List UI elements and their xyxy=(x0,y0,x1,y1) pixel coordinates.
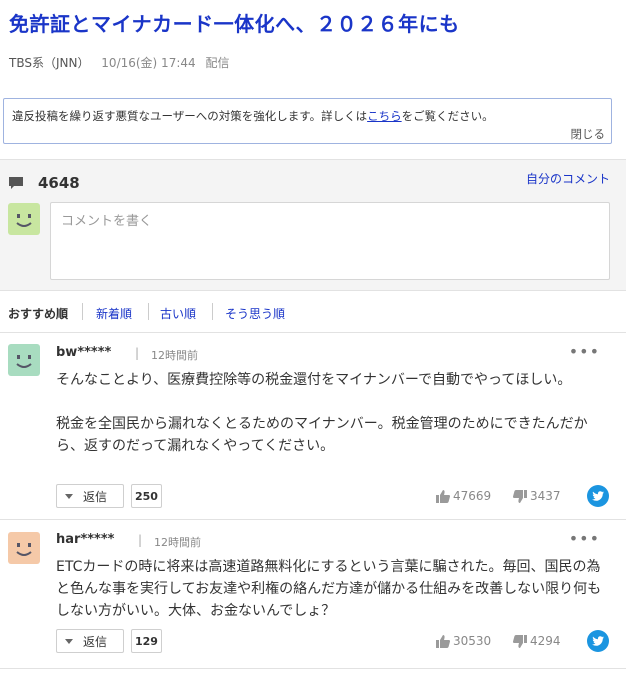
comment-item: har***** | 12時間前 ••• ETCカードの時に将来は高速道路無料化… xyxy=(0,520,626,669)
reply-count: 250 xyxy=(131,484,162,508)
chevron-down-icon xyxy=(65,638,73,644)
article-delivery: 配信 xyxy=(205,56,230,70)
comment-time: 12時間前 xyxy=(154,536,201,549)
article-meta: TBS系（JNN） 10/16(金) 17:44 配信 xyxy=(9,54,229,71)
my-avatar-icon xyxy=(8,203,40,235)
more-options-icon[interactable]: ••• xyxy=(569,529,600,548)
twitter-bird-icon xyxy=(592,636,604,646)
reply-button[interactable]: 返信 xyxy=(56,629,124,653)
article-source[interactable]: TBS系（JNN） xyxy=(9,56,89,70)
user-avatar-icon[interactable] xyxy=(8,344,40,376)
reply-count: 129 xyxy=(131,629,162,653)
meta-separator: | xyxy=(135,346,140,360)
tab-recommended[interactable]: おすすめ順 xyxy=(8,305,68,322)
thumbs-down-icon xyxy=(513,634,527,648)
tab-agree[interactable]: そう思う順 xyxy=(225,305,285,322)
policy-notice: 違反投稿を繰り返す悪質なユーザーへの対策を強化します。詳しくはこちらをご覧くださ… xyxy=(3,98,612,144)
comment-bubble-icon xyxy=(9,177,23,189)
comment-username[interactable]: har***** xyxy=(56,532,114,547)
disagree-button[interactable]: 3437 xyxy=(513,489,561,503)
comment-username[interactable]: bw***** xyxy=(56,345,111,360)
chevron-down-icon xyxy=(65,493,73,499)
tab-separator xyxy=(82,303,83,320)
notice-text: 違反投稿を繰り返す悪質なユーザーへの対策を強化します。詳しくはこちらをご覧くださ… xyxy=(12,109,494,123)
meta-separator: | xyxy=(138,533,143,547)
tab-separator xyxy=(212,303,213,320)
disagree-button[interactable]: 4294 xyxy=(513,634,561,648)
sort-tabs: おすすめ順 新着順 古い順 そう思う順 xyxy=(0,290,626,333)
notice-link[interactable]: こちら xyxy=(367,109,402,123)
comment-body: ETCカードの時に将来は高速道路無料化にするという言葉に騙された。毎回、国民の為… xyxy=(56,559,602,619)
more-options-icon[interactable]: ••• xyxy=(569,342,600,361)
twitter-share-button[interactable] xyxy=(587,630,609,652)
reply-button[interactable]: 返信 xyxy=(56,484,124,508)
thumbs-up-icon xyxy=(436,489,450,503)
my-comments-link[interactable]: 自分のコメント xyxy=(526,170,610,187)
thumbs-down-icon xyxy=(513,489,527,503)
comment-compose-area: 4648 自分のコメント コメントを書く xyxy=(0,159,626,291)
article-title: 免許証とマイナカード一体化へ、２０２６年にも xyxy=(9,12,460,36)
article-date: 10/16(金) 17:44 xyxy=(101,56,196,70)
agree-button[interactable]: 47669 xyxy=(436,489,491,503)
comment-body: そんなことより、医療費控除等の税金還付をマイナンバーで自動でやってほしい。 税金… xyxy=(56,372,588,454)
comment-input[interactable]: コメントを書く xyxy=(50,202,610,280)
comment-time: 12時間前 xyxy=(151,349,198,362)
tab-separator xyxy=(148,303,149,320)
comment-count: 4648 xyxy=(38,174,80,192)
comment-item: bw***** | 12時間前 ••• そんなことより、医療費控除等の税金還付を… xyxy=(0,333,626,520)
thumbs-up-icon xyxy=(436,634,450,648)
user-avatar-icon[interactable] xyxy=(8,532,40,564)
twitter-bird-icon xyxy=(592,491,604,501)
tab-oldest[interactable]: 古い順 xyxy=(160,305,196,322)
agree-button[interactable]: 30530 xyxy=(436,634,491,648)
twitter-share-button[interactable] xyxy=(587,485,609,507)
tab-newest[interactable]: 新着順 xyxy=(96,305,132,322)
notice-close-button[interactable]: 閉じる xyxy=(571,126,606,142)
